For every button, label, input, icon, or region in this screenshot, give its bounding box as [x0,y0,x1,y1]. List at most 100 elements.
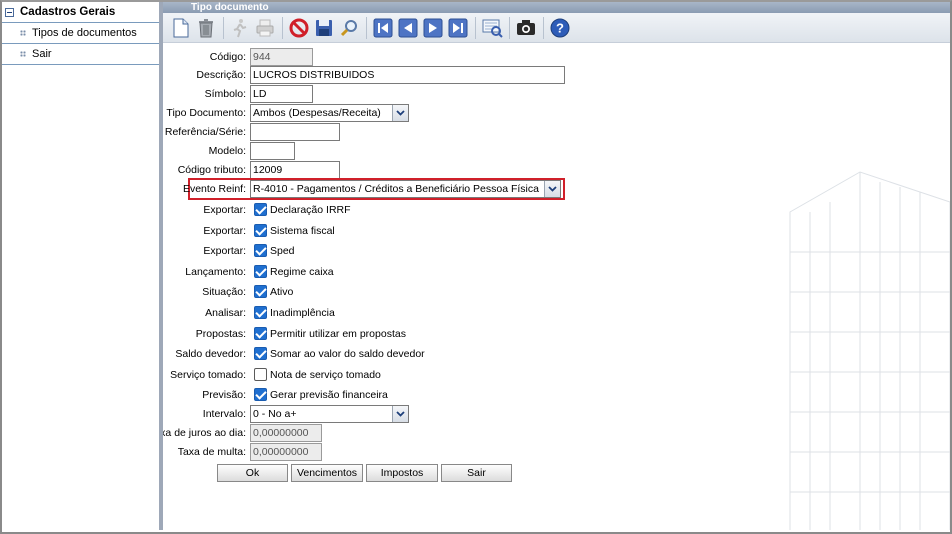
checkbox[interactable] [254,203,267,216]
new-document-icon[interactable] [169,16,193,40]
row-intervalo: Intervalo: 0 - No a+ [163,405,950,423]
impostos-button[interactable]: Impostos [366,464,438,482]
tipo-documento-value: Ambos (Despesas/Receita) [253,107,381,119]
checkbox-label[interactable]: Regime caixa [270,266,334,278]
checkbox[interactable] [254,265,267,278]
row-check: Previsão: Gerar previsão financeira [163,386,950,404]
check-row-label: Exportar: [203,204,246,216]
modelo-label: Modelo: [208,145,246,157]
run-icon[interactable] [228,16,252,40]
checkbox[interactable] [254,368,267,381]
row-modelo: Modelo: [163,142,950,160]
toolbar-separator [475,16,476,39]
referencia-serie-field[interactable] [250,123,340,141]
codigo-field[interactable]: 944 [250,48,313,66]
simbolo-field[interactable]: LD [250,85,313,103]
tree-node-icon [20,30,26,36]
checkbox-label[interactable]: Ativo [270,286,293,298]
tipo-documento-select[interactable]: Ambos (Despesas/Receita) [250,104,409,122]
print-icon[interactable] [253,16,277,40]
collapse-icon[interactable] [5,7,14,17]
checkbox[interactable] [254,327,267,340]
row-check: Propostas: Permitir utilizar em propostas [163,325,950,343]
checkbox[interactable] [254,224,267,237]
checkbox[interactable] [254,347,267,360]
toolbar-separator [282,16,283,39]
checkbox[interactable] [254,285,267,298]
toolbar-separator [543,16,544,39]
cancel-icon[interactable] [287,16,311,40]
intervalo-value: 0 - No a+ [253,408,297,420]
toolbar-separator [223,16,224,39]
codigo-label: Código: [209,51,246,63]
row-check: Exportar: Sped [163,242,950,260]
chevron-down-icon[interactable] [392,105,408,121]
svg-text:?: ? [556,20,564,35]
trash-icon[interactable] [194,16,218,40]
check-row-label: Serviço tomado: [170,369,246,381]
toolbar-separator [509,16,510,39]
evento-reinf-select[interactable]: R-4010 - Pagamentos / Créditos a Benefic… [250,180,561,198]
codigo-tributo-field[interactable]: 12009 [250,161,340,179]
save-icon[interactable] [312,16,336,40]
checkbox-label[interactable]: Sped [270,245,295,257]
checkbox-label[interactable]: Inadimplência [270,307,335,319]
check-row-label: Situação: [202,286,246,298]
check-row-label: Lançamento: [185,266,246,278]
row-check: Saldo devedor: Somar ao valor do saldo de… [163,345,950,363]
evento-reinf-value: R-4010 - Pagamentos / Créditos a Benefic… [253,183,539,195]
row-check: Situação: Ativo [163,283,950,301]
row-referencia-serie: Referência/Série: [163,123,950,141]
sidebar-item-label: Tipos de documentos [32,27,137,39]
camera-icon[interactable] [514,16,538,40]
previous-record-icon[interactable] [396,16,420,40]
modelo-field[interactable] [250,142,295,160]
checkbox[interactable] [254,306,267,319]
checkbox-label[interactable]: Declaração IRRF [270,204,351,216]
ok-button[interactable]: Ok [217,464,288,482]
chevron-down-icon[interactable] [392,406,408,422]
check-row-label: Propostas: [195,328,246,340]
intervalo-select[interactable]: 0 - No a+ [250,405,409,423]
check-row-label: Exportar: [203,245,246,257]
row-check: Analisar: Inadimplência [163,304,950,322]
taxa-multa-label: Taxa de multa: [177,446,246,458]
row-taxa-juros: Taxa de juros ao dia: 0,00000000 [163,424,950,442]
checkbox-label[interactable]: Permitir utilizar em propostas [270,328,406,340]
first-record-icon[interactable] [371,16,395,40]
row-taxa-multa: Taxa de multa: 0,00000000 [163,443,950,461]
help-icon[interactable]: ? [548,16,572,40]
referencia-serie-label: Referência/Série: [164,126,246,138]
checkbox-label[interactable]: Somar ao valor do saldo devedor [270,348,425,360]
taxa-multa-field[interactable]: 0,00000000 [250,443,322,461]
checkbox-label[interactable]: Nota de serviço tomado [270,369,381,381]
chevron-down-icon[interactable] [544,181,560,197]
tree-root-cadastros-gerais[interactable]: Cadastros Gerais [2,2,159,23]
row-check: Lançamento: Regime caixa [163,263,950,281]
tree-root-label: Cadastros Gerais [20,6,116,18]
main-panel: Tipo documento ? Código: 944 Descrição: … [163,2,950,530]
search-icon[interactable] [337,16,361,40]
tree-node-icon [20,51,26,57]
next-record-icon[interactable] [421,16,445,40]
sidebar-item-label: Sair [32,48,52,60]
sidebar-item-sair[interactable]: Sair [2,44,159,65]
tipo-documento-label: Tipo Documento: [166,107,246,119]
sidebar-item-tipos-de-documentos[interactable]: Tipos de documentos [2,23,159,44]
window-title: Tipo documento [163,2,950,13]
preview-icon[interactable] [480,16,504,40]
descricao-field[interactable]: LUCROS DISTRIBUIDOS [250,66,565,84]
sair-button[interactable]: Sair [441,464,512,482]
intervalo-label: Intervalo: [202,408,246,420]
checkbox-label[interactable]: Gerar previsão financeira [270,389,388,401]
checkbox-label[interactable]: Sistema fiscal [270,225,335,237]
vencimentos-button[interactable]: Vencimentos [291,464,363,482]
evento-reinf-label: Evento Reinf: [182,183,246,195]
checkbox[interactable] [254,388,267,401]
simbolo-label: Símbolo: [204,88,246,100]
row-simbolo: Símbolo: LD [163,85,950,103]
checkbox[interactable] [254,244,267,257]
taxa-juros-field[interactable]: 0,00000000 [250,424,322,442]
row-tipo-documento: Tipo Documento: Ambos (Despesas/Receita) [163,104,950,122]
last-record-icon[interactable] [446,16,470,40]
